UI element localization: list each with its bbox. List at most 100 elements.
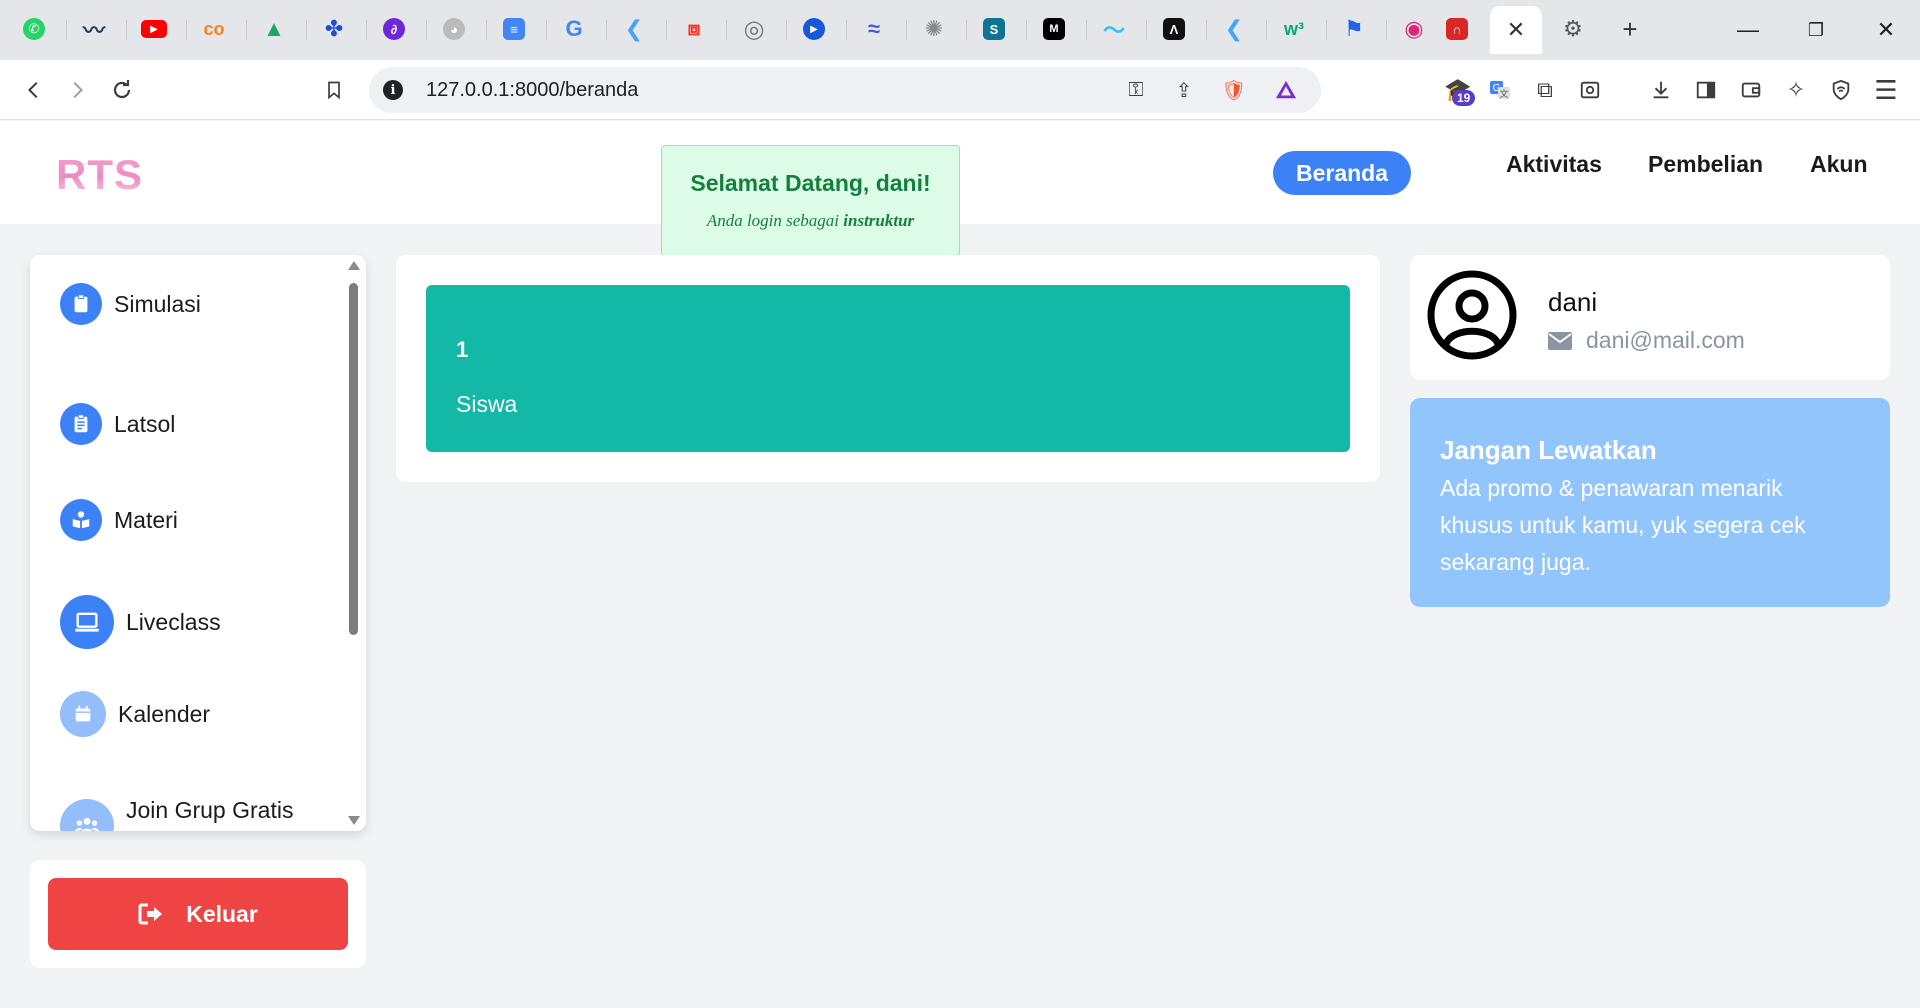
toast-role: instruktur — [843, 211, 915, 230]
scroll-up-arrow-icon[interactable] — [348, 261, 360, 270]
toast-title: Selamat Datang, dani! — [690, 170, 931, 196]
sidebar-toggle-icon[interactable] — [1688, 72, 1724, 108]
key-icon[interactable]: ⚿ — [1121, 75, 1151, 105]
menu-hamburger-icon[interactable]: ☰ — [1868, 72, 1904, 108]
tab-separator — [966, 20, 967, 40]
tab-separator — [546, 20, 547, 40]
sidebar-item-join-grup[interactable]: Join Grup Gratis — [60, 797, 293, 831]
tab-separator — [306, 20, 307, 40]
welcome-toast: Selamat Datang, dani! Anda login sebagai… — [661, 145, 960, 256]
tab-separator — [1086, 20, 1087, 40]
google-forms-icon[interactable]: ≡ — [497, 12, 531, 46]
logout-card: Keluar — [30, 860, 366, 968]
sidebar-item-label: Liveclass — [126, 608, 221, 635]
tab-circle-icon[interactable]: ◎ — [737, 12, 771, 46]
url-text[interactable]: 127.0.0.1:8000/beranda — [426, 79, 638, 102]
vpn-shield-icon[interactable] — [1823, 72, 1859, 108]
sidebar-scrollbar[interactable] — [346, 255, 362, 831]
clipboard-icon — [60, 283, 102, 325]
sidebar-item-kalender[interactable]: Kalender — [60, 691, 210, 737]
tab-separator — [366, 20, 367, 40]
nav-beranda[interactable]: Beranda — [1273, 151, 1411, 195]
flutter-icon[interactable]: ❮ — [617, 12, 651, 46]
window-close-icon[interactable]: ✕ — [1866, 14, 1906, 46]
promo-title: Jangan Lewatkan — [1440, 435, 1657, 465]
tab-separator — [606, 20, 607, 40]
google-icon[interactable]: G — [557, 12, 591, 46]
tab-flag-icon[interactable]: ⚑ — [1337, 12, 1371, 46]
tab-bluesky-icon[interactable]: ✤ — [317, 12, 351, 46]
scroll-thumb[interactable] — [349, 283, 358, 635]
tab-red-icon[interactable]: ∩ — [1440, 12, 1474, 46]
medium-icon[interactable]: M — [1037, 12, 1071, 46]
scroll-down-arrow-icon[interactable] — [348, 816, 360, 825]
tab-a-icon[interactable]: Λ — [1157, 12, 1191, 46]
flutter-icon-2[interactable]: ❮ — [1217, 12, 1251, 46]
google-drive-icon[interactable]: ▲ — [257, 12, 291, 46]
youtube-icon[interactable]: ▶ — [137, 12, 171, 46]
nav-aktivitas[interactable]: Aktivitas — [1506, 151, 1602, 178]
back-icon[interactable] — [16, 72, 52, 108]
brave-rewards-icon[interactable] — [1271, 75, 1301, 105]
coursera-icon[interactable]: co — [197, 12, 231, 46]
tab-separator — [1326, 20, 1327, 40]
profile-card: dani dani@mail.com — [1410, 255, 1890, 380]
bookmark-icon[interactable] — [316, 72, 352, 108]
sidebar-item-liveclass[interactable]: Liveclass — [60, 595, 221, 649]
screenshot-icon[interactable] — [1572, 72, 1608, 108]
tab-flutter-swift-icon[interactable]: 〰 — [77, 12, 111, 46]
tailwind-icon[interactable]: 〜 — [1097, 12, 1131, 46]
tab-separator — [246, 20, 247, 40]
brave-shield-icon[interactable]: 🛡 — [1219, 75, 1249, 105]
translate-icon[interactable]: G文 — [1482, 72, 1518, 108]
logo[interactable]: RTS — [56, 151, 143, 199]
address-bar[interactable]: i 127.0.0.1:8000/beranda ⚿ ⇪ 🛡 — [369, 67, 1321, 113]
tab-pink-icon[interactable]: ◉ — [1397, 12, 1431, 46]
logout-button[interactable]: Keluar — [48, 878, 348, 950]
w3schools-icon[interactable]: w³ — [1277, 12, 1311, 46]
tab-separator — [1266, 20, 1267, 40]
tab-separator — [666, 20, 667, 40]
extensions-puzzle-icon[interactable]: ⧉ — [1527, 72, 1563, 108]
calendar-icon — [60, 691, 106, 737]
site-info-icon[interactable]: i — [383, 80, 403, 100]
tab-s-icon[interactable]: S — [977, 12, 1011, 46]
sidebar-item-latsol[interactable]: Latsol — [60, 403, 175, 445]
book-reader-icon — [60, 499, 102, 541]
github-icon[interactable]: ◕ — [437, 12, 471, 46]
extension-badge: 19 — [1452, 90, 1476, 106]
tab-play-icon[interactable]: ▶ — [797, 12, 831, 46]
nav-pembelian[interactable]: Pembelian — [1648, 151, 1763, 178]
tab-separator — [726, 20, 727, 40]
forward-icon[interactable] — [59, 72, 95, 108]
tab-docker-icon[interactable]: ≈ — [857, 12, 891, 46]
sidebar-menu: Simulasi Latsol Materi Liveclass Kalende… — [30, 255, 366, 831]
page: RTS Beranda Aktivitas Pembelian Akun Sel… — [0, 121, 1920, 1008]
minimize-icon[interactable]: — — [1728, 14, 1768, 46]
openai-icon[interactable]: ✺ — [917, 12, 951, 46]
stats-card: 1 Siswa — [396, 255, 1380, 482]
leo-ai-icon[interactable]: ✧ — [1778, 72, 1814, 108]
close-icon[interactable]: ✕ — [1507, 17, 1525, 43]
tab-separator — [1146, 20, 1147, 40]
logout-label: Keluar — [186, 900, 258, 927]
laravel-icon[interactable]: ⧈ — [677, 12, 711, 46]
wallet-icon[interactable] — [1733, 72, 1769, 108]
promo-card[interactable]: Jangan Lewatkan Ada promo & penawaran me… — [1410, 398, 1890, 607]
gear-icon[interactable]: ⚙ — [1556, 12, 1590, 46]
active-tab[interactable]: ✕ — [1490, 6, 1542, 54]
new-tab-plus-icon[interactable]: + — [1613, 12, 1647, 46]
toast-subtitle: Anda login sebagai instruktur — [662, 211, 959, 231]
tab-purple-icon[interactable]: ∂ — [377, 12, 411, 46]
download-icon[interactable] — [1643, 72, 1679, 108]
sidebar-item-materi[interactable]: Materi — [60, 499, 178, 541]
clipboard-list-icon — [60, 403, 102, 445]
reload-icon[interactable] — [104, 72, 140, 108]
nav-akun[interactable]: Akun — [1810, 151, 1868, 178]
share-icon[interactable]: ⇪ — [1169, 75, 1199, 105]
tab-separator — [786, 20, 787, 40]
browser-tabstrip: ✆ 〰 ▶ co ▲ ✤ ∂ ◕ ≡ G ❮ ⧈ ◎ ▶ ≈ ✺ S M 〜 Λ… — [0, 0, 1920, 60]
whatsapp-icon[interactable]: ✆ — [17, 12, 51, 46]
restore-icon[interactable]: ❐ — [1796, 14, 1836, 46]
sidebar-item-simulasi[interactable]: Simulasi — [60, 283, 201, 325]
